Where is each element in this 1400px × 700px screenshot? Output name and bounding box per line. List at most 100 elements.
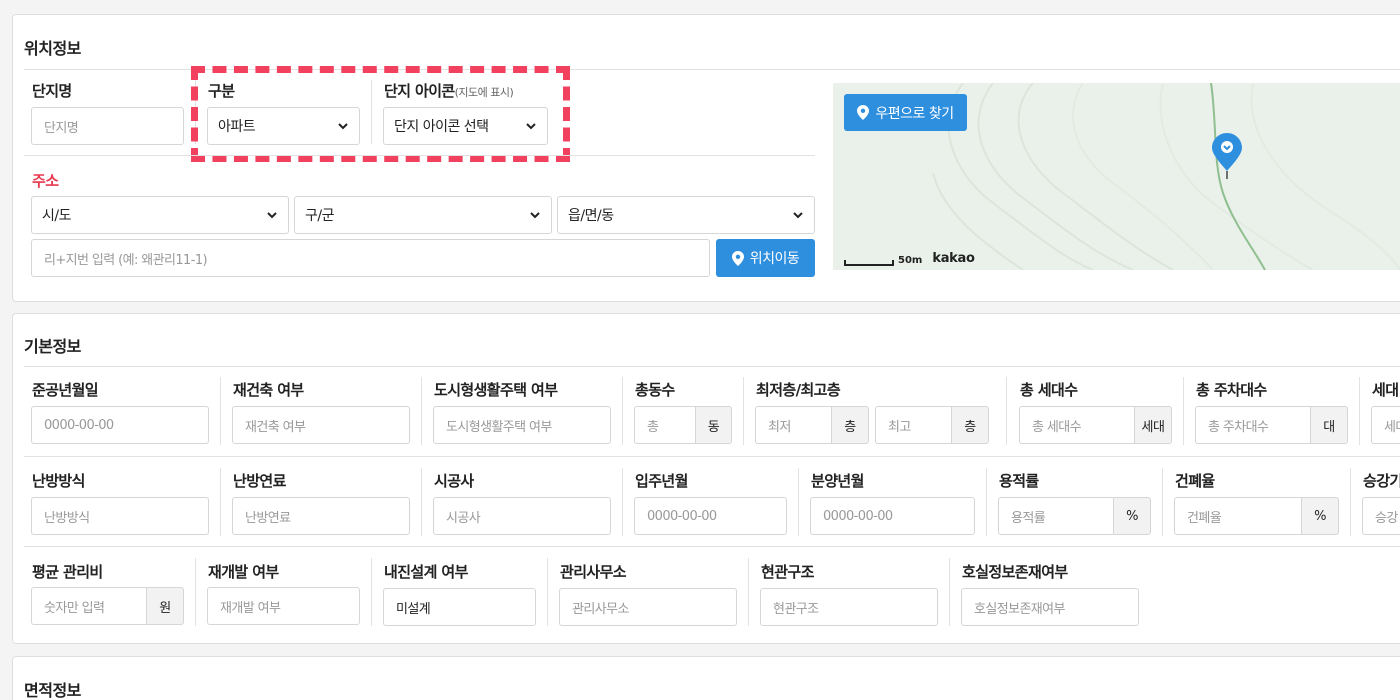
elevator-input[interactable]: 승강	[1362, 497, 1400, 535]
map-scale-bar	[844, 260, 894, 266]
basic-col-sep	[421, 468, 422, 536]
address-detail-input[interactable]: 리+지번 입력 (예: 왜관리11-1)	[31, 239, 710, 277]
highlight-dashed-box	[191, 66, 570, 162]
rebuild-input[interactable]: 재건축 여부	[232, 406, 410, 444]
builder-label: 시공사	[434, 472, 474, 490]
sido-select[interactable]: 시/도	[31, 196, 289, 234]
floors-max-unit: 층	[951, 406, 989, 444]
parking-input[interactable]: 총 주차대수	[1195, 406, 1310, 444]
floors-min-input[interactable]: 최저	[755, 406, 831, 444]
basic-col-sep	[748, 558, 749, 626]
mgmt-fee-unit: 원	[146, 587, 184, 625]
floors-max-input[interactable]: 최고	[875, 406, 951, 444]
mgmt-fee-input[interactable]: 숫자만 입력	[31, 587, 146, 625]
rebuild-label: 재건축 여부	[233, 381, 304, 399]
basic-col-sep	[1350, 468, 1351, 536]
room-info-label: 호실정보존재여부	[962, 563, 1068, 581]
households-input[interactable]: 총 세대수	[1019, 406, 1134, 444]
basic-col-sep	[622, 377, 623, 445]
far-label: 용적률	[999, 472, 1039, 490]
basic-col-sep	[220, 377, 221, 445]
basic-row-divider	[24, 456, 1400, 457]
map-view[interactable]: 우편으로 찾기 50m kakao	[833, 83, 1400, 270]
sido-select-value: 시/도	[42, 208, 71, 224]
map-pin-icon	[857, 105, 870, 120]
move-location-label: 위치이동	[749, 251, 800, 267]
basic-col-sep	[949, 558, 950, 626]
move-location-button[interactable]: 위치이동	[716, 239, 815, 277]
urban-housing-input[interactable]: 도시형생활주택 여부	[433, 406, 611, 444]
map-pin-icon	[731, 250, 744, 266]
dong-select[interactable]: 읍/면/동	[557, 196, 815, 234]
households-unit: 세대	[1134, 406, 1172, 444]
basic-title-divider	[24, 366, 1400, 367]
completion-date-input[interactable]: 0000-00-00	[31, 406, 209, 444]
chevron-down-icon	[530, 212, 540, 219]
far-input[interactable]: 용적률	[998, 497, 1113, 535]
basic-col-sep	[1162, 468, 1163, 536]
parking-unit: 대	[1310, 406, 1348, 444]
elevator-label: 승강기	[1363, 472, 1400, 490]
basic-col-sep	[986, 468, 987, 536]
chevron-down-icon	[793, 212, 803, 219]
basic-col-sep	[195, 558, 196, 626]
completion-date-label: 준공년월일	[32, 381, 99, 399]
floors-min-unit: 층	[831, 406, 869, 444]
complex-name-label: 단지명	[32, 82, 72, 100]
heating-input[interactable]: 난방방식	[31, 497, 209, 535]
buildings-unit: 동	[695, 406, 732, 444]
sale-date-input[interactable]: 0000-00-00	[810, 497, 975, 535]
postcode-search-label: 우편으로 찾기	[875, 105, 954, 122]
room-info-input[interactable]: 호실정보존재여부	[961, 588, 1139, 626]
complex-name-input[interactable]: 단지명	[31, 107, 184, 145]
move-in-label: 입주년월	[635, 472, 688, 490]
office-label: 관리사무소	[560, 563, 627, 581]
address-label: 주소	[32, 172, 59, 190]
fuel-input[interactable]: 난방연료	[232, 497, 410, 535]
households-label: 총 세대수	[1020, 381, 1078, 399]
redevelop-label: 재개발 여부	[208, 563, 279, 581]
sale-date-label: 분양년월	[811, 472, 864, 490]
cut-off-label: 세대	[1372, 381, 1399, 399]
gugun-select-value: 구/군	[305, 208, 334, 224]
builder-input[interactable]: 시공사	[433, 497, 611, 535]
mgmt-fee-label: 평균 관리비	[32, 563, 103, 581]
basic-col-sep	[421, 377, 422, 445]
buildings-input[interactable]: 총	[634, 406, 695, 444]
bcr-input[interactable]: 건폐율	[1174, 497, 1301, 535]
cut-off-input[interactable]: 세대	[1371, 406, 1400, 444]
seismic-input[interactable]: 미설계	[383, 588, 536, 626]
postcode-search-button[interactable]: 우편으로 찾기	[844, 94, 967, 131]
area-title: 면적정보	[24, 681, 81, 700]
area-card	[12, 656, 1400, 700]
bcr-unit: %	[1301, 497, 1339, 535]
basic-col-sep	[622, 468, 623, 536]
basic-col-sep	[1183, 377, 1184, 445]
fuel-label: 난방연료	[233, 472, 286, 490]
bcr-label: 건폐율	[1175, 472, 1215, 490]
gugun-select[interactable]: 구/군	[294, 196, 552, 234]
redevelop-input[interactable]: 재개발 여부	[207, 587, 360, 625]
office-input[interactable]: 관리사무소	[559, 588, 737, 626]
move-in-input[interactable]: 0000-00-00	[634, 497, 787, 535]
basic-col-sep	[743, 377, 744, 445]
dong-select-value: 읍/면/동	[568, 208, 614, 224]
location-row-divider	[24, 155, 815, 156]
heating-label: 난방방식	[32, 472, 85, 490]
location-title: 위치정보	[24, 39, 81, 58]
urban-housing-label: 도시형생활주택 여부	[434, 381, 558, 399]
basic-col-sep	[220, 468, 221, 536]
map-marker-icon[interactable]	[1212, 133, 1242, 179]
chevron-down-icon	[267, 212, 277, 219]
basic-col-sep	[1006, 377, 1007, 445]
entrance-input[interactable]: 현관구조	[760, 588, 938, 626]
basic-row-divider	[24, 546, 1400, 547]
basic-col-sep	[371, 558, 372, 626]
basic-col-sep	[547, 558, 548, 626]
map-scale: 50m kakao	[844, 251, 975, 266]
floors-label: 최저층/최고층	[756, 381, 841, 399]
basic-col-sep	[1359, 377, 1360, 445]
parking-label: 총 주차대수	[1196, 381, 1267, 399]
entrance-label: 현관구조	[761, 563, 814, 581]
far-unit: %	[1113, 497, 1151, 535]
